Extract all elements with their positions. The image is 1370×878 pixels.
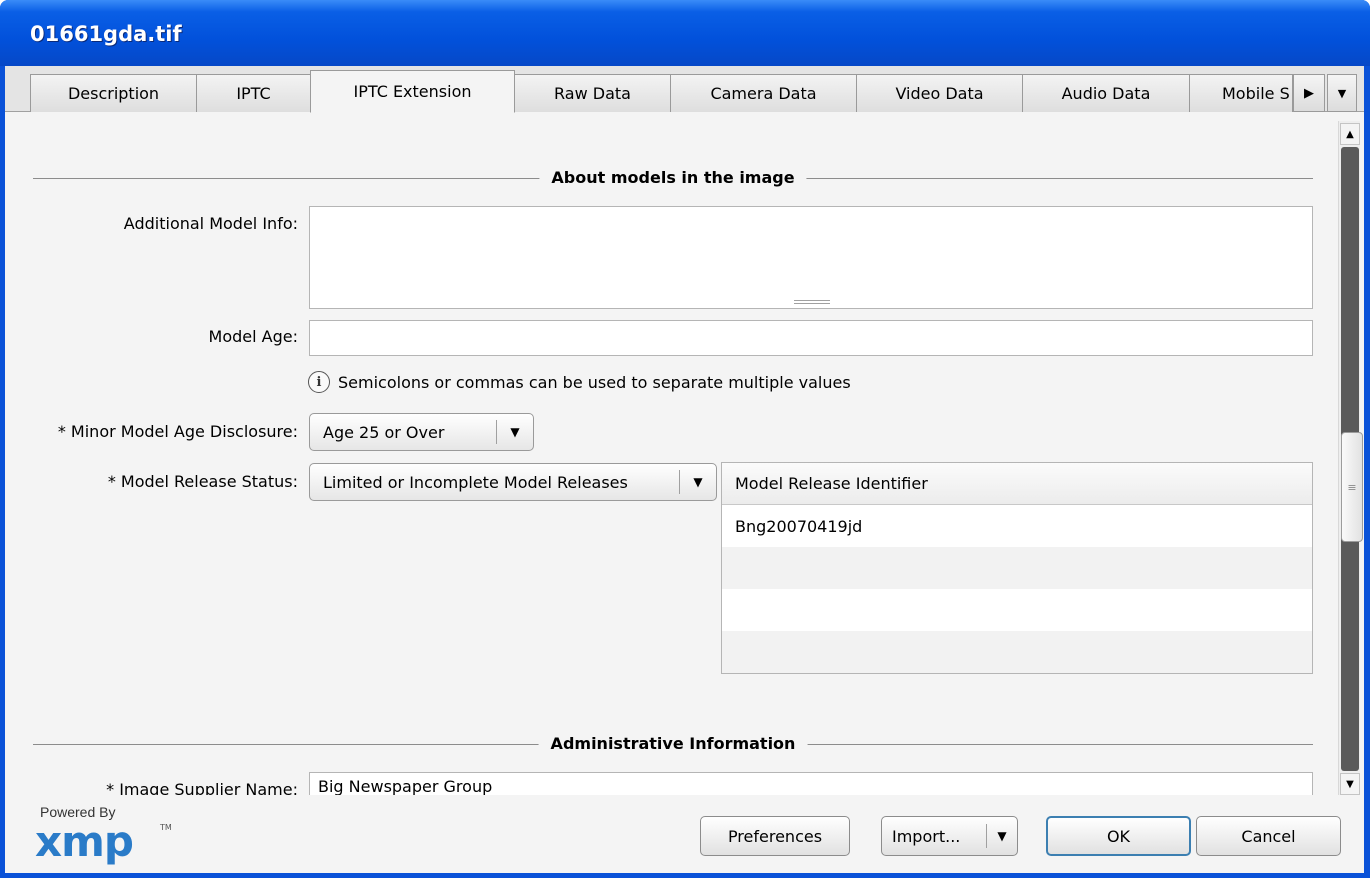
- xmp-logo: xmp: [35, 817, 134, 866]
- image-supplier-name-label: * Image Supplier Name:: [106, 780, 298, 795]
- info-icon: i: [308, 371, 330, 393]
- section-title: Administrative Information: [538, 734, 808, 753]
- cancel-button[interactable]: Cancel: [1196, 816, 1341, 856]
- model-age-label: Model Age:: [208, 327, 298, 346]
- tab-iptc[interactable]: IPTC: [196, 74, 311, 112]
- tab-mobile[interactable]: Mobile S: [1189, 74, 1293, 112]
- preferences-button[interactable]: Preferences: [700, 816, 850, 856]
- section-heading-admin: Administrative Information: [33, 734, 1313, 754]
- tab-audio-data[interactable]: Audio Data: [1022, 74, 1190, 112]
- section-title: About models in the image: [539, 168, 807, 187]
- tab-video-data[interactable]: Video Data: [856, 74, 1023, 112]
- separator-hint-text: Semicolons or commas can be used to sepa…: [338, 372, 851, 392]
- scroll-up-icon[interactable]: ▲: [1340, 123, 1360, 145]
- chevron-down-icon[interactable]: ▼: [987, 829, 1017, 843]
- model-release-id-table[interactable]: Model Release Identifier Bng20070419jd: [721, 462, 1313, 674]
- table-row[interactable]: [722, 589, 1312, 631]
- additional-model-info-textarea[interactable]: [309, 206, 1313, 309]
- title-bar[interactable]: 01661gda.tif: [0, 0, 1370, 66]
- scroll-down-icon[interactable]: ▼: [1340, 773, 1360, 795]
- model-release-status-dropdown[interactable]: Limited or Incomplete Model Releases ▼: [309, 463, 717, 501]
- vertical-scrollbar[interactable]: ▲ ≡ ▼: [1338, 121, 1363, 797]
- content-panel: About models in the image Additional Mod…: [5, 113, 1364, 795]
- separator-hint: i Semicolons or commas can be used to se…: [308, 371, 851, 393]
- tab-scroll-right-icon[interactable]: ▶: [1293, 74, 1325, 112]
- tab-menu-icon[interactable]: ▼: [1327, 74, 1357, 112]
- tab-description[interactable]: Description: [30, 74, 197, 112]
- xmp-trademark: TM: [160, 823, 172, 832]
- minor-age-disclosure-dropdown[interactable]: Age 25 or Over ▼: [309, 413, 534, 451]
- tab-strip: Description IPTC IPTC Extension Raw Data…: [5, 66, 1364, 113]
- scroll-track[interactable]: ≡: [1341, 147, 1363, 771]
- minor-age-disclosure-value: Age 25 or Over: [323, 422, 445, 442]
- dialog-client-area: Description IPTC IPTC Extension Raw Data…: [5, 66, 1364, 873]
- model-release-status-value: Limited or Incomplete Model Releases: [323, 472, 628, 492]
- chevron-down-icon: ▼: [510, 425, 520, 439]
- resize-grip-icon[interactable]: [794, 300, 830, 304]
- table-header[interactable]: Model Release Identifier: [722, 463, 1312, 505]
- tab-iptc-extension[interactable]: IPTC Extension: [310, 70, 515, 113]
- section-heading-models: About models in the image: [33, 168, 1313, 188]
- tab-raw-data[interactable]: Raw Data: [514, 74, 671, 112]
- tab-camera-data[interactable]: Camera Data: [670, 74, 857, 112]
- minor-age-disclosure-label: * Minor Model Age Disclosure:: [57, 422, 298, 441]
- dialog-window: 01661gda.tif Description IPTC IPTC Exten…: [0, 0, 1370, 878]
- image-supplier-name-input[interactable]: Big Newspaper Group: [309, 772, 1313, 795]
- additional-model-info-label: Additional Model Info:: [123, 214, 298, 233]
- model-release-status-label: * Model Release Status:: [107, 472, 298, 491]
- table-row[interactable]: Bng20070419jd: [722, 505, 1312, 547]
- dialog-footer: Powered By xmp TM Preferences Import... …: [5, 795, 1364, 873]
- import-button-label: Import...: [892, 826, 961, 846]
- chevron-down-icon: ▼: [693, 475, 703, 489]
- import-button[interactable]: Import... ▼: [881, 816, 1018, 856]
- image-supplier-name-value: Big Newspaper Group: [318, 777, 493, 795]
- scroll-thumb[interactable]: ≡: [1341, 432, 1363, 542]
- table-row[interactable]: [722, 631, 1312, 673]
- table-row[interactable]: [722, 547, 1312, 589]
- ok-button[interactable]: OK: [1046, 816, 1191, 856]
- model-age-input[interactable]: [309, 320, 1313, 356]
- window-title: 01661gda.tif: [30, 22, 182, 46]
